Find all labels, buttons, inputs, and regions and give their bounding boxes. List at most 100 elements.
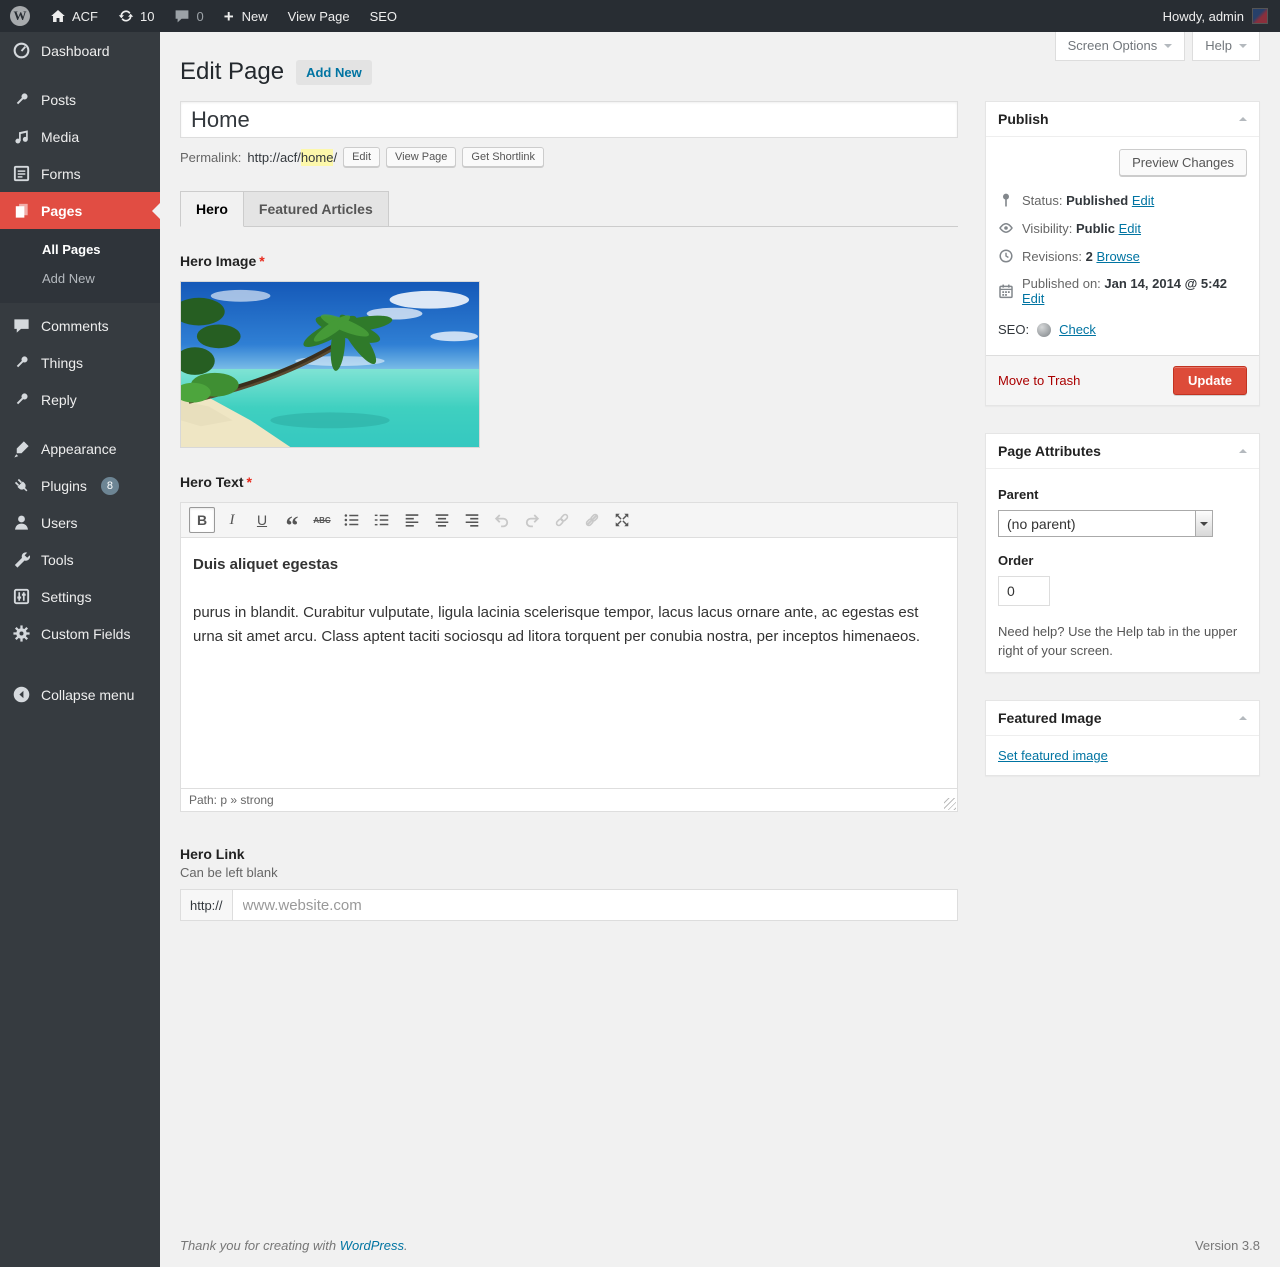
strikethrough-button[interactable]: ABC	[309, 507, 335, 533]
sidebar-item-add-new[interactable]: Add New	[0, 264, 160, 293]
sidebar-item-media[interactable]: Media	[0, 118, 160, 155]
tab-featured-articles[interactable]: Featured Articles	[244, 191, 389, 227]
gear-icon	[12, 624, 31, 643]
blockquote-button[interactable]: “	[279, 507, 305, 533]
revisions-row: Revisions: 2 Browse	[998, 242, 1247, 270]
italic-button[interactable]: I	[219, 507, 245, 533]
sidebar-item-plugins[interactable]: Plugins 8	[0, 467, 160, 504]
updates-menu[interactable]: 10	[108, 0, 164, 32]
align-center-button[interactable]	[429, 507, 455, 533]
edit-slug-button[interactable]: Edit	[343, 147, 380, 167]
required-asterisk: *	[247, 474, 252, 490]
avatar[interactable]	[1252, 8, 1268, 24]
screen-options-tab[interactable]: Screen Options	[1055, 32, 1186, 61]
add-new-button[interactable]: Add New	[296, 60, 372, 85]
editor-toolbar: B I U “ ABC	[181, 503, 957, 538]
parent-label: Parent	[998, 487, 1247, 502]
publish-box-header[interactable]: Publish	[986, 102, 1259, 137]
bullet-list-button[interactable]	[339, 507, 365, 533]
post-title-input[interactable]	[180, 101, 958, 138]
plus-icon: +	[224, 8, 234, 25]
pages-icon	[12, 201, 31, 220]
permalink-url: http://acf/home/	[247, 150, 337, 165]
sidebar-item-users[interactable]: Users	[0, 504, 160, 541]
my-account-menu[interactable]: Howdy, admin	[1163, 0, 1244, 32]
sidebar-item-tools[interactable]: Tools	[0, 541, 160, 578]
bold-button[interactable]: B	[189, 507, 215, 533]
url-prefix: http://	[181, 890, 233, 920]
hero-link-input[interactable]	[233, 890, 957, 920]
parent-select[interactable]: (no parent)	[998, 510, 1213, 537]
sidebar-item-appearance[interactable]: Appearance	[0, 430, 160, 467]
redo-button[interactable]	[519, 507, 545, 533]
get-shortlink-button[interactable]: Get Shortlink	[462, 147, 544, 167]
plugins-badge: 8	[101, 477, 119, 495]
hero-image-label: Hero Image*	[180, 253, 958, 269]
chevron-down-icon	[1239, 44, 1247, 52]
wordpress-link[interactable]: WordPress	[340, 1238, 404, 1253]
link-button[interactable]	[549, 507, 575, 533]
sidebar-item-dashboard[interactable]: Dashboard	[0, 32, 160, 69]
sidebar-item-posts[interactable]: Posts	[0, 81, 160, 118]
wordpress-logo-icon: W	[10, 6, 30, 26]
seo-check-link[interactable]: Check	[1059, 322, 1096, 337]
field-group-tabs: Hero Featured Articles	[180, 191, 958, 227]
browse-revisions-link[interactable]: Browse	[1096, 249, 1139, 264]
align-left-button[interactable]	[399, 507, 425, 533]
seo-menu[interactable]: SEO	[360, 0, 407, 32]
numbered-list-button[interactable]	[369, 507, 395, 533]
update-button[interactable]: Update	[1173, 366, 1247, 395]
collapse-arrow-icon	[12, 685, 31, 704]
sidebar-item-custom-fields[interactable]: Custom Fields	[0, 615, 160, 652]
sidebar-item-comments[interactable]: Comments	[0, 307, 160, 344]
sidebar-item-all-pages[interactable]: All Pages	[0, 235, 160, 264]
permalink-label: Permalink:	[180, 150, 241, 165]
collapse-toggle-icon[interactable]	[1239, 712, 1247, 720]
edit-visibility-link[interactable]: Edit	[1119, 221, 1141, 236]
set-featured-image-link[interactable]: Set featured image	[998, 748, 1108, 763]
wordpress-logo-menu[interactable]: W	[0, 0, 40, 32]
comments-icon	[12, 316, 31, 335]
preview-changes-button[interactable]: Preview Changes	[1119, 149, 1247, 176]
permalink-slug: home	[301, 149, 334, 166]
help-tab[interactable]: Help	[1192, 32, 1260, 61]
page-attributes-box: Page Attributes Parent (no parent) Order…	[985, 433, 1260, 673]
move-to-trash-link[interactable]: Move to Trash	[998, 373, 1080, 388]
view-page-button[interactable]: View Page	[386, 147, 456, 167]
site-name-label: ACF	[72, 9, 98, 24]
collapse-toggle-icon[interactable]	[1239, 113, 1247, 121]
collapse-menu-button[interactable]: Collapse menu	[0, 676, 160, 713]
align-right-button[interactable]	[459, 507, 485, 533]
sidebar-item-things[interactable]: Things	[0, 344, 160, 381]
edit-status-link[interactable]: Edit	[1132, 193, 1154, 208]
undo-button[interactable]	[489, 507, 515, 533]
editor-paragraph: purus in blandit. Curabitur vulputate, l…	[193, 601, 945, 649]
plug-icon	[12, 476, 31, 495]
view-page-menu[interactable]: View Page	[278, 0, 360, 32]
new-content-menu[interactable]: + New	[214, 0, 278, 32]
dropdown-arrow-icon	[1195, 511, 1212, 536]
editor-content[interactable]: Duis aliquet egestas purus in blandit. C…	[181, 538, 957, 788]
version-label: Version 3.8	[1195, 1238, 1260, 1253]
collapse-toggle-icon[interactable]	[1239, 445, 1247, 453]
sidebar-item-settings[interactable]: Settings	[0, 578, 160, 615]
visibility-row: Visibility: Public Edit	[998, 214, 1247, 242]
page-attributes-header[interactable]: Page Attributes	[986, 434, 1259, 469]
sidebar-item-forms[interactable]: Forms	[0, 155, 160, 192]
unlink-button[interactable]	[579, 507, 605, 533]
editor-statusbar: Path: p » strong	[181, 788, 957, 811]
comments-menu[interactable]: 0	[164, 0, 213, 32]
edit-published-link[interactable]: Edit	[1022, 291, 1044, 306]
fullscreen-button[interactable]	[609, 507, 635, 533]
order-input[interactable]	[998, 576, 1050, 606]
sidebar-item-pages[interactable]: Pages	[0, 192, 160, 229]
tab-hero[interactable]: Hero	[180, 191, 244, 227]
underline-button[interactable]: U	[249, 507, 275, 533]
hero-image-preview[interactable]	[180, 281, 480, 448]
admin-menu: Dashboard Posts Media Forms Pages All Pa…	[0, 32, 160, 1267]
site-name-menu[interactable]: ACF	[40, 0, 108, 32]
eye-icon	[998, 220, 1014, 236]
featured-image-header[interactable]: Featured Image	[986, 701, 1259, 736]
hero-image-field: Hero Image*	[180, 253, 958, 448]
sidebar-item-reply[interactable]: Reply	[0, 381, 160, 418]
